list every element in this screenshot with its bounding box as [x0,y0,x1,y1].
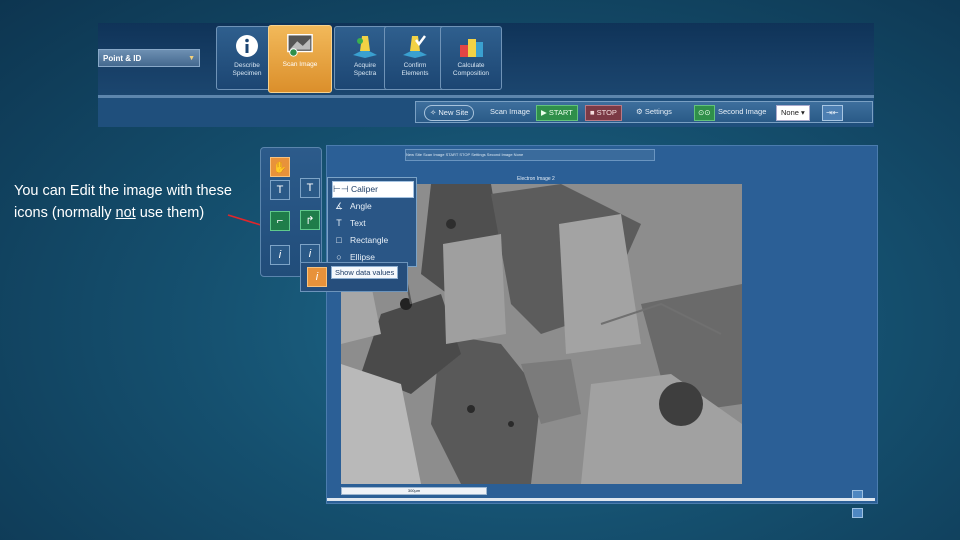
start-button[interactable]: ▶ START [536,105,578,121]
scale-bar: 300µm [341,487,487,495]
info-icon [233,32,261,60]
pan-hand-button[interactable]: ✋ [270,157,290,177]
chevron-down-icon: ▼ [188,55,195,62]
step-label-line1: Acquire [353,62,377,69]
chevron-down-icon: ▾ [801,108,805,117]
scan-image-label: Scan Image [490,107,531,116]
annotation-tool-menu: ⊢⊣ Caliper ∡ Angle T Text □ Rectangle ○ Ellip… [327,177,417,267]
image-window-controls [851,487,873,518]
angle-icon: ∡ [334,201,344,211]
menu-item-label: Ellipse [350,252,376,262]
confirm-elements-icon [401,32,429,60]
data-info-button[interactable]: i [300,244,320,264]
step-label-line2: Spectra [353,70,377,77]
settings-label: Settings [644,107,672,116]
text-icon: T [276,184,284,196]
acquire-spectra-icon [351,32,379,60]
crop-icon: ⌐ [276,215,284,227]
rectangle-icon: □ [336,235,342,245]
menu-item-label: Text [350,218,366,228]
step-label-line1: Scan Image [282,61,318,68]
expand-button[interactable]: ⇥⇤ [822,105,843,121]
step-label-line2: Specimen [232,70,262,77]
second-image-value: None [781,108,799,117]
step-label-line1: Describe [234,62,260,69]
text-icon: T [306,182,314,194]
calculate-composition-icon [457,32,485,60]
step-calculate-composition[interactable]: Calculate Composition [440,26,502,90]
horizontal-scrollbar[interactable] [327,498,875,501]
info-icon: i [315,271,319,283]
annotation-text: You can Edit the image with these icons … [14,180,240,224]
menu-item-label: Angle [350,201,372,211]
text-tool-button[interactable]: T [270,180,290,200]
new-site-icon: ✧ [430,108,437,117]
workflow-ribbon: Point & ID ▼ Describe Specimen Scan Image… [98,23,874,127]
info-icon: i [308,248,312,260]
menu-item-text[interactable]: T Text [332,216,412,231]
annotation-emphasis: not [115,205,136,221]
menu-item-label: Rectangle [350,235,389,245]
tooltip: Show data values [331,266,399,279]
collapse-icon: ⇥⇤ [826,108,839,117]
annotate-tool-button[interactable]: T [300,178,320,198]
stop-icon: ■ [590,108,595,117]
stop-label: STOP [596,108,617,117]
info-icon: i [278,249,282,261]
second-image-select[interactable]: None ▾ [776,105,810,121]
workflow-selector[interactable]: Point & ID ▼ [98,49,200,67]
menu-item-label: Caliper [351,184,378,194]
overlay-toggle-button[interactable]: ⊙⊙ [694,105,715,121]
step-confirm-elements[interactable]: Confirm Elements [384,26,446,90]
info-tool-button[interactable]: i [270,245,290,265]
new-site-label: New Site [438,108,469,117]
scan-toolbar: ✧ New Site Scan Image ▶ START ■ STOP ⚙ S… [415,101,873,123]
scale-bar-label: 300µm [407,488,421,493]
mini-toolbar: New Site Scan Image START STOP Settings … [405,149,655,161]
show-data-values-button[interactable]: i [307,267,327,287]
play-icon: ▶ [541,108,547,117]
fullscreen-button[interactable] [852,508,863,518]
workflow-selector-label: Point & ID [103,54,142,63]
start-label: START [548,108,573,117]
annotation-part2: use them) [135,205,205,221]
caliper-icon: ⊢⊣ [333,184,349,194]
menu-item-angle[interactable]: ∡ Angle [332,199,412,214]
step-label-line1: Confirm [403,62,427,69]
step-scan-image[interactable]: Scan Image [268,25,332,93]
hand-icon: ✋ [273,161,287,174]
step-label-line2: Elements [401,70,429,77]
overlay-icon: ⊙⊙ [698,108,711,117]
menu-item-caliper[interactable]: ⊢⊣ Caliper [332,181,414,198]
step-label-line2: Composition [452,70,490,77]
stop-button[interactable]: ■ STOP [585,105,622,121]
scan-image-icon [286,31,314,59]
second-image-label: Second Image [718,107,767,116]
gear-icon: ⚙ [636,107,643,116]
new-site-button[interactable]: ✧ New Site [424,105,475,121]
show-data-values-panel: i Show data values [300,262,408,292]
settings-button[interactable]: ⚙ Settings [636,105,672,119]
region-icon: ↱ [305,214,315,227]
text-icon: T [336,218,342,228]
menu-item-rectangle[interactable]: □ Rectangle [332,233,412,248]
region-tool-button[interactable]: ↱ [300,210,320,230]
crop-tool-button[interactable]: ⌐ [270,211,290,231]
step-label-line1: Calculate [457,62,485,69]
image-title: Electron Image 2 [517,176,555,182]
